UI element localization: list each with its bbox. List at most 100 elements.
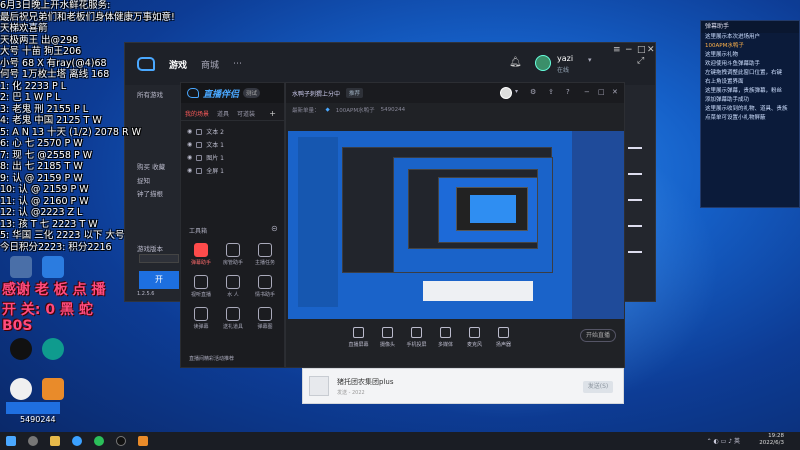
- source-button[interactable]: 手机投屏: [402, 327, 431, 348]
- share-icon[interactable]: ⇪: [548, 88, 554, 96]
- clock[interactable]: 19:28 2022/6/3: [759, 433, 784, 447]
- overlay-line: 11: 认 @ 2160 P W: [0, 195, 89, 207]
- desktop-logo-banner: [6, 402, 60, 414]
- settings-icon[interactable]: ⚙: [530, 88, 536, 96]
- server-select[interactable]: [139, 254, 179, 263]
- tool-item[interactable]: 弹幕图: [249, 307, 281, 330]
- help-icon[interactable]: ?: [566, 88, 570, 96]
- start-stream-button[interactable]: 开始直播: [580, 329, 616, 342]
- desktop-icon-game[interactable]: [36, 378, 70, 401]
- clock-date: 2022/6/3: [759, 440, 784, 446]
- avatar[interactable]: [535, 55, 551, 71]
- helper-footer[interactable]: 直播间精彩活动推荐: [189, 355, 234, 362]
- broadcast-preview-window: 水鸭子刺猬上分中 推荐 ▾ ⚙ ⇪ ? − □ ✕ 最新单量： ◆ 100APM…: [285, 82, 625, 368]
- tool-item[interactable]: 送礼道具: [217, 307, 249, 330]
- streamer-avatar[interactable]: [500, 87, 512, 99]
- tool-icon: [226, 243, 240, 257]
- meta-game-icon: ◆: [325, 107, 330, 113]
- source-button[interactable]: 麦克风: [460, 327, 489, 348]
- close-icon[interactable]: ✕: [612, 88, 618, 96]
- tool-label: 弹幕图: [257, 324, 273, 330]
- overlay-line: 最后祝兄弟们和老板们身体健康万事如意!: [0, 11, 175, 23]
- tool-icon: [194, 307, 208, 321]
- minimize-icon[interactable]: −: [625, 45, 633, 55]
- start-game-button[interactable]: 开: [139, 271, 179, 289]
- maximize-icon[interactable]: □: [598, 88, 605, 96]
- game-taskbar-icon[interactable]: [138, 436, 148, 446]
- system-tray[interactable]: ⌃ ◐ ▭ ♪ 英: [707, 436, 740, 445]
- tab-props[interactable]: 道具: [217, 109, 229, 118]
- expand-icon[interactable]: ⤢: [637, 56, 644, 66]
- room-tag[interactable]: 推荐: [346, 88, 364, 98]
- close-icon[interactable]: ✕: [647, 45, 655, 55]
- source-toolbar: 直播屏幕 摄像头 手机投屏 多媒体 麦克风 扬声器 开始直播: [286, 323, 624, 369]
- overlay-line: 13: 孩 T 七 2223 T W: [0, 218, 98, 230]
- tool-label: 情书助手: [254, 292, 275, 298]
- tool-icon: [226, 275, 240, 289]
- overlay-line: 7: 现 七 @2558 P W: [0, 149, 93, 161]
- minimize-icon[interactable]: −: [584, 88, 590, 96]
- source-button[interactable]: 摄像头: [373, 327, 402, 348]
- source-button[interactable]: 扬声器: [489, 327, 518, 348]
- desktop-icon-manager[interactable]: [36, 338, 70, 361]
- tool-label: 水 人: [227, 292, 239, 298]
- chevron-down-icon[interactable]: ▾: [588, 56, 592, 64]
- add-scene-icon[interactable]: +: [269, 109, 276, 118]
- tool-item[interactable]: 视听直播: [185, 275, 217, 298]
- desktop-icon-qq[interactable]: [4, 338, 38, 361]
- version-number: 1.2.5.6: [137, 291, 155, 297]
- overlay-line: 4: 老鬼 中国 2125 T W: [0, 115, 102, 126]
- meta-room-id: 5490244: [380, 107, 406, 113]
- desktop-icon-douyu[interactable]: [4, 378, 38, 401]
- stream-overlay-text: 6月3日晚上开水鲜花服务: 最后祝兄弟们和老板们身体健康万事如意! 天梯欢喜箭 天极两…: [0, 0, 210, 253]
- qq-icon: [10, 338, 32, 360]
- tool-label: 视听直播: [190, 292, 211, 298]
- tool-item[interactable]: 房管助手: [217, 243, 249, 266]
- danmu-panel-line: 左键拖拽调整此窗口位置，右键: [705, 70, 783, 76]
- source-button-label: 直播屏幕: [348, 342, 369, 348]
- tool-item[interactable]: 读弹幕: [185, 307, 217, 330]
- source-button[interactable]: 多媒体: [431, 327, 460, 348]
- tool-label: 弹幕助手: [190, 260, 211, 266]
- tools-collapse-icon[interactable]: ⊝: [271, 224, 278, 233]
- browser-icon[interactable]: [72, 436, 82, 446]
- tool-item[interactable]: 情书助手: [249, 275, 281, 298]
- menu-icon[interactable]: ≡: [613, 45, 621, 55]
- screen-share-icon: [353, 327, 364, 338]
- danmu-panel-line: 这里展示本次进场用户: [705, 34, 761, 40]
- tool-item[interactable]: 水 人: [217, 275, 249, 298]
- chevron-down-icon[interactable]: ▾: [515, 88, 518, 95]
- source-button[interactable]: 直播屏幕: [344, 327, 373, 348]
- helper-badge: 测试: [243, 88, 261, 98]
- preview-header: 水鸭子刺猬上分中 推荐 ▾ ⚙ ⇪ ? − □ ✕: [286, 83, 624, 103]
- desktop-icon-video[interactable]: [4, 256, 38, 279]
- helper-app-icon: [42, 256, 64, 278]
- windows-start-icon[interactable]: [6, 436, 16, 446]
- speaker-icon: [498, 327, 509, 338]
- desktop-icon-helper[interactable]: [36, 256, 70, 279]
- danmu-panel-line: 这里展示礼物: [705, 52, 739, 58]
- ime-indicator[interactable]: 英: [734, 438, 740, 445]
- tool-icon: [258, 243, 272, 257]
- chat-notification[interactable]: 猪托团农集团plus 发送 - 2022 发送(S): [302, 368, 624, 404]
- switch-text: 开 关: 0 黑 蛇: [2, 302, 93, 318]
- maximize-icon[interactable]: □: [637, 45, 646, 55]
- overlay-line: 何号 1万枚士塔 离线 168: [0, 69, 110, 80]
- boss-text: B0S: [2, 318, 33, 334]
- danmu-panel-line: 欢迎使用斗鱼弹幕助手: [705, 61, 761, 67]
- send-button[interactable]: 发送(S): [583, 381, 613, 393]
- tab-available[interactable]: 可道装: [237, 109, 255, 118]
- preview-side-panel: [572, 131, 624, 319]
- overlay-line: 6月3日晚上开水鲜花服务:: [0, 0, 111, 11]
- search-icon[interactable]: [28, 436, 38, 446]
- tool-icon: [258, 275, 272, 289]
- wechat-icon[interactable]: [94, 436, 104, 446]
- game-icon: [42, 378, 64, 400]
- tool-item[interactable]: 主播任务: [249, 243, 281, 266]
- preview-canvas[interactable]: [288, 131, 624, 319]
- bell-icon[interactable]: 🔔︎: [509, 57, 522, 68]
- file-explorer-icon[interactable]: [50, 436, 60, 446]
- overlay-line: 5: 华国 三化 2223 以下 大号: [0, 230, 125, 241]
- qq-taskbar-icon[interactable]: [116, 436, 126, 446]
- more-icon[interactable]: ⋯: [233, 59, 242, 69]
